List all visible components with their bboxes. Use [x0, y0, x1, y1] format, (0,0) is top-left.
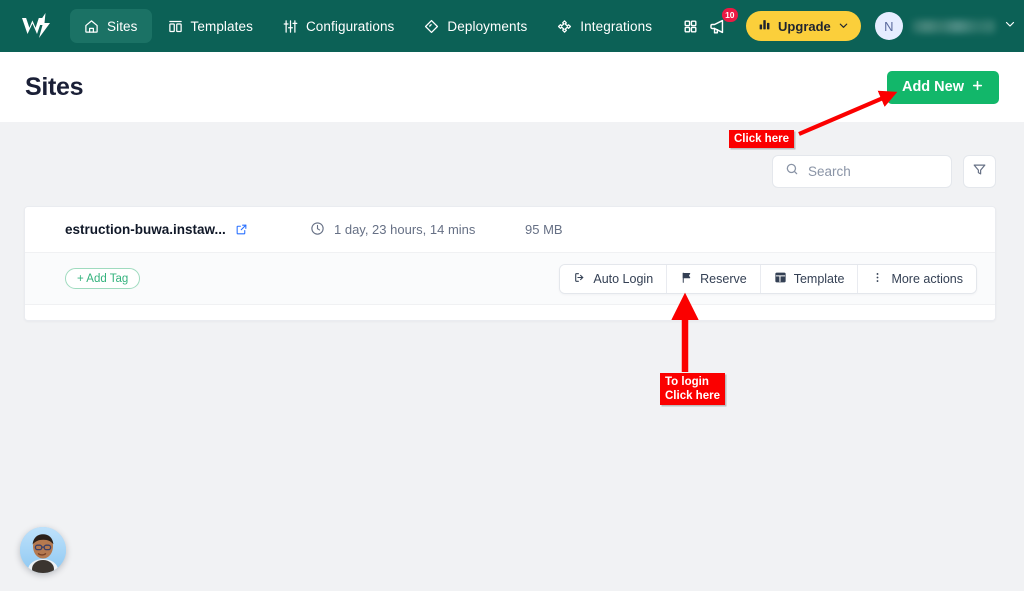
search-box[interactable] — [772, 155, 952, 188]
sidebar-item-integrations[interactable]: Integrations — [543, 9, 666, 43]
uptime-label: 1 day, 23 hours, 14 mins — [334, 222, 475, 237]
filter-button[interactable] — [963, 155, 996, 188]
sidebar-item-deployments[interactable]: Deployments — [410, 9, 541, 43]
main-content: estruction-buwa.instaw... 1 day, 23 hour… — [0, 122, 1024, 591]
funnel-filter-icon — [972, 162, 987, 182]
nav-label: Sites — [107, 19, 138, 34]
action-label: Reserve — [700, 272, 747, 286]
add-tag-button[interactable]: + Add Tag — [65, 268, 140, 289]
more-actions-button[interactable]: More actions — [858, 265, 976, 293]
puzzle-icon — [557, 19, 572, 34]
search-input[interactable] — [808, 164, 939, 179]
site-summary-row: estruction-buwa.instaw... 1 day, 23 hour… — [25, 207, 995, 252]
site-action-group: Auto Login Reserve — [559, 264, 977, 294]
login-arrow-icon — [573, 271, 586, 287]
sliders-icon — [283, 19, 298, 34]
annotation-to-login-click-here: To login Click here — [660, 373, 725, 405]
user-name-redacted — [912, 20, 995, 33]
sidebar-item-configurations[interactable]: Configurations — [269, 9, 408, 43]
support-chat-avatar[interactable] — [20, 527, 66, 573]
site-name[interactable]: estruction-buwa.instaw... — [65, 222, 310, 237]
upgrade-label: Upgrade — [778, 19, 831, 34]
add-new-label: Add New — [902, 79, 964, 95]
action-label: More actions — [891, 272, 963, 286]
sidebar-item-sites[interactable]: Sites — [70, 9, 152, 43]
sidebar-item-templates[interactable]: Templates — [154, 9, 267, 43]
megaphone-icon[interactable]: 10 — [704, 12, 732, 40]
grid-apps-icon[interactable] — [676, 12, 704, 40]
action-label: Template — [794, 272, 845, 286]
list-toolbar — [0, 122, 1024, 188]
annotation-click-here: Click here — [729, 130, 794, 148]
avatar: N — [875, 12, 903, 40]
external-link-icon[interactable] — [235, 223, 248, 236]
top-navbar: Sites Templates Configurations — [0, 0, 1024, 52]
chevron-down-icon — [838, 19, 849, 34]
support-agent-avatar — [20, 527, 66, 573]
flag-icon — [680, 271, 693, 287]
bar-chart-icon — [758, 18, 771, 34]
chevron-down-icon — [1004, 17, 1016, 35]
vertical-dots-icon — [871, 271, 884, 287]
site-name-label: estruction-buwa.instaw... — [65, 222, 226, 237]
plus-icon — [971, 79, 984, 96]
upgrade-button[interactable]: Upgrade — [746, 11, 861, 41]
site-uptime: 1 day, 23 hours, 14 mins — [310, 221, 525, 239]
navbar-right: 10 Upgrade N — [704, 11, 1016, 41]
wordpress-lightning-logo[interactable] — [16, 9, 58, 43]
auto-login-button[interactable]: Auto Login — [560, 265, 667, 293]
template-grid-icon — [168, 19, 183, 34]
nav-label: Deployments — [447, 19, 527, 34]
template-button[interactable]: Template — [761, 265, 859, 293]
add-new-button[interactable]: Add New — [887, 71, 999, 104]
home-icon — [84, 19, 99, 34]
clock-icon — [310, 221, 325, 239]
site-size: 95 MB — [525, 222, 563, 237]
search-icon — [785, 162, 799, 181]
reserve-button[interactable]: Reserve — [667, 265, 761, 293]
notification-badge: 10 — [722, 8, 738, 22]
site-card: estruction-buwa.instaw... 1 day, 23 hour… — [24, 206, 996, 321]
user-menu[interactable]: N — [875, 12, 1016, 40]
main-nav: Sites Templates Configurations — [70, 9, 704, 43]
page-header: Sites Add New — [0, 52, 1024, 122]
nav-label: Templates — [191, 19, 253, 34]
layout-icon — [774, 271, 787, 287]
page-title: Sites — [25, 73, 83, 102]
nav-label: Integrations — [580, 19, 652, 34]
action-label: Auto Login — [593, 272, 653, 286]
nav-label: Configurations — [306, 19, 394, 34]
card-footer-strip — [25, 304, 995, 320]
site-actions-row: + Add Tag Auto Login — [25, 252, 995, 304]
diamond-icon — [424, 19, 439, 34]
